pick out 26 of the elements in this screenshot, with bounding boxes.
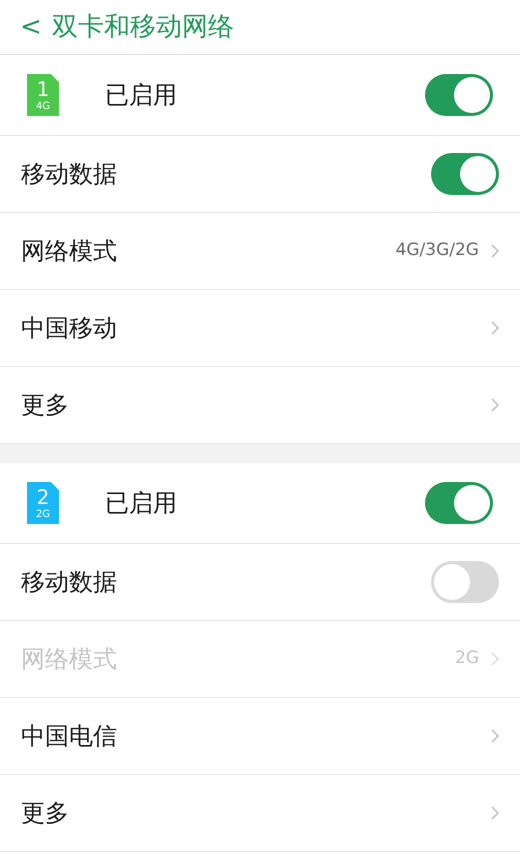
row-label: 网络模式 <box>21 236 118 267</box>
row-label: 更多 <box>21 798 70 829</box>
row-value: 4G/3G/2G <box>396 239 479 262</box>
row-value: 2G <box>455 647 479 670</box>
row-label: 移动数据 <box>21 567 118 598</box>
row-label: 更多 <box>21 390 70 421</box>
toggle-switch[interactable] <box>425 74 493 116</box>
back-button[interactable]: < <box>20 8 42 46</box>
row-label: 网络模式 <box>21 644 118 675</box>
row-label: 中国电信 <box>21 721 118 752</box>
row-label: 移动数据 <box>21 159 118 190</box>
chevron-right-icon <box>491 321 499 335</box>
chevron-right-icon <box>491 398 499 412</box>
chevron-right-icon <box>491 652 499 666</box>
sim-card-icon: 2 2G <box>27 482 59 524</box>
chevron-right-icon <box>491 244 499 258</box>
sim-card-icon: 1 4G <box>27 74 59 116</box>
page-title: 双卡和移动网络 <box>52 10 234 44</box>
toggle-switch[interactable] <box>425 482 493 524</box>
chevron-right-icon <box>491 729 499 743</box>
toggle-switch[interactable] <box>431 153 499 195</box>
sim-status: 已启用 <box>105 488 178 519</box>
chevron-right-icon <box>491 806 499 820</box>
sim-status: 已启用 <box>105 80 178 111</box>
toggle-switch[interactable] <box>431 561 499 603</box>
row-label: 中国移动 <box>21 313 118 344</box>
